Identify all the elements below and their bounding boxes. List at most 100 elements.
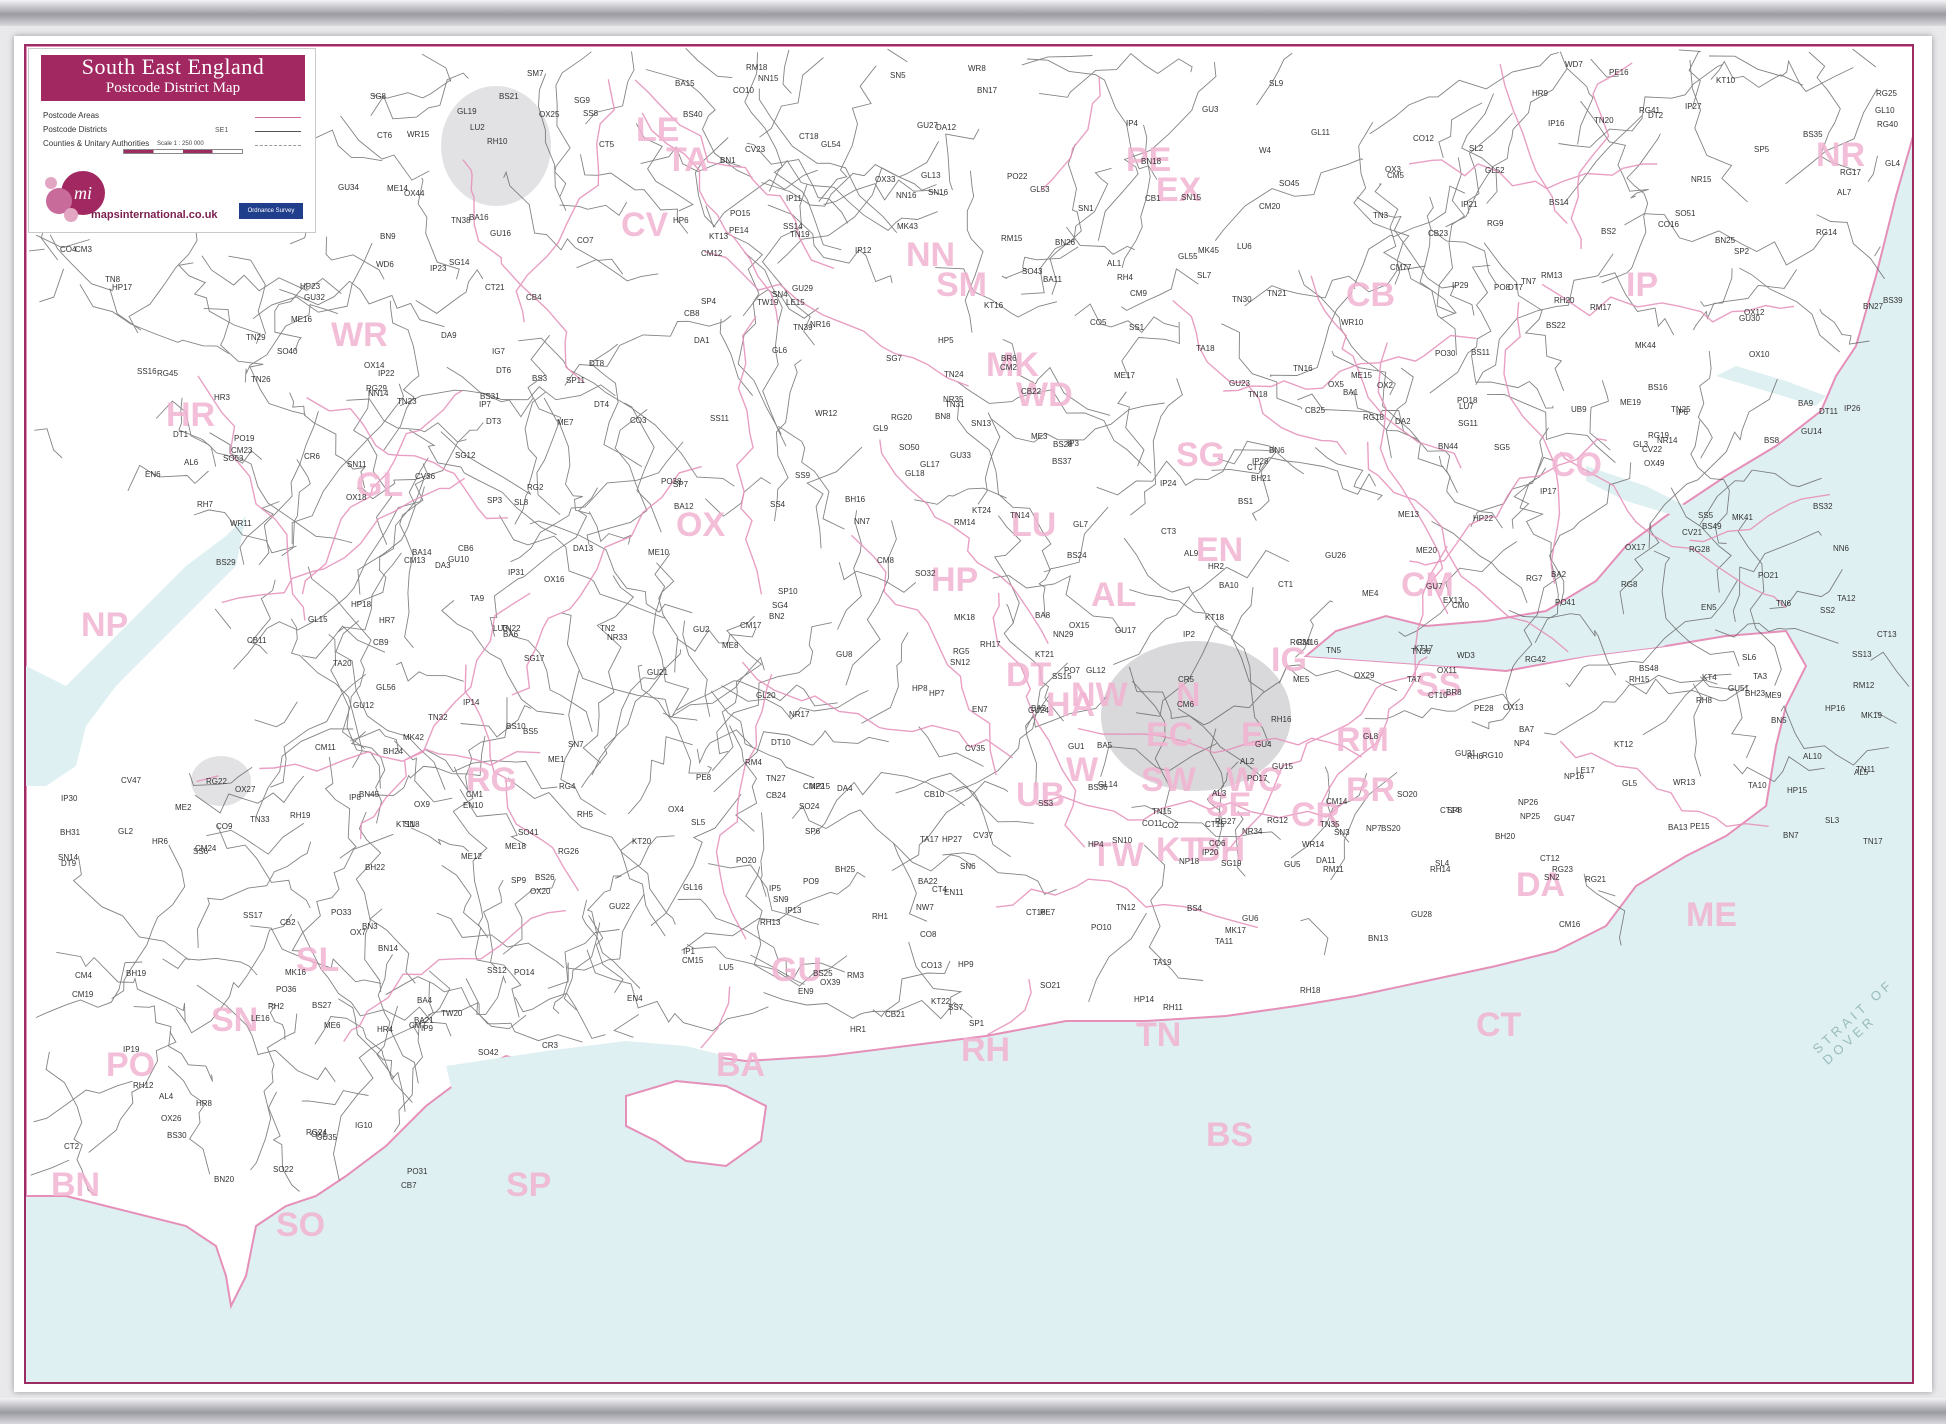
district-label: W4: [1259, 146, 1272, 155]
district-label: IP24: [1160, 479, 1177, 488]
district-label: RG14: [1816, 228, 1837, 237]
district-label: DT6: [496, 366, 512, 375]
district-label: TW20: [441, 1009, 463, 1018]
district-label: PO33: [331, 908, 352, 917]
district-label: CV23: [745, 145, 766, 154]
district-label: BN5: [1771, 716, 1787, 725]
district-label: SG4: [772, 601, 789, 610]
district-label: RG45: [157, 369, 178, 378]
district-label: BA4: [417, 996, 433, 1005]
district-label: GL13: [921, 171, 941, 180]
district-label: TN19: [790, 230, 810, 239]
district-label: SN11: [347, 460, 367, 469]
district-label: KT10: [1716, 76, 1736, 85]
district-label: TN16: [1293, 364, 1313, 373]
district-label: RH19: [290, 811, 311, 820]
district-label: CV36: [415, 472, 436, 481]
district-label: NR34: [1242, 827, 1263, 836]
district-label: KT17: [1414, 644, 1434, 653]
district-label: BA16: [469, 213, 489, 222]
district-label: CM14: [1326, 797, 1348, 806]
district-label: CB22: [1021, 387, 1042, 396]
district-label: SS13: [1852, 650, 1872, 659]
district-label: CM22: [803, 782, 825, 791]
district-label: IP1: [683, 947, 696, 956]
area-label: AL: [1091, 576, 1136, 614]
district-label: GU1: [1068, 742, 1085, 751]
district-label: IP27: [1685, 102, 1702, 111]
district-label: MK18: [954, 613, 975, 622]
district-label: GL12: [1086, 666, 1106, 675]
district-label: SO24: [799, 802, 820, 811]
district-label: SG19: [1221, 859, 1242, 868]
district-label: BA13: [1668, 823, 1688, 832]
district-label: KT13: [709, 232, 729, 241]
district-label: GU7: [1426, 582, 1443, 591]
district-label: IP26: [1844, 404, 1861, 413]
district-label: TN8: [105, 275, 121, 284]
district-label: HP6: [673, 216, 689, 225]
district-label: CO3: [630, 416, 647, 425]
district-label: RG8: [1621, 580, 1638, 589]
area-label: OX: [676, 506, 725, 544]
district-label: HP14: [1134, 995, 1155, 1004]
district-label: RH7: [197, 500, 214, 509]
district-label: TN29: [246, 333, 266, 342]
district-label: TA9: [470, 594, 485, 603]
district-label: BR6: [1001, 354, 1017, 363]
district-label: MK16: [285, 968, 306, 977]
district-label: BS2: [1601, 227, 1617, 236]
district-label: CO6: [1209, 839, 1226, 848]
district-label: SP4: [701, 297, 717, 306]
district-label: RM12: [1853, 681, 1875, 690]
district-label: HR2: [1208, 562, 1225, 571]
district-label: TW19: [757, 298, 779, 307]
district-label: DA9: [441, 331, 457, 340]
district-label: CO5: [1090, 318, 1107, 327]
district-label: BS27: [312, 1001, 332, 1010]
district-label: ME4: [1362, 589, 1379, 598]
district-label: GL9: [873, 424, 889, 433]
district-label: BA2: [1551, 570, 1567, 579]
district-label: NP16: [1564, 772, 1585, 781]
district-label: TA20: [333, 659, 352, 668]
district-label: LE15: [786, 298, 805, 307]
area-label: CO: [1551, 446, 1602, 484]
district-label: SP8: [1447, 806, 1463, 815]
district-label: BN20: [214, 1175, 235, 1184]
district-label: CO16: [1658, 220, 1679, 229]
district-label: BA12: [674, 502, 694, 511]
district-label: KT4: [1702, 673, 1717, 682]
district-label: SO20: [1397, 790, 1418, 799]
district-label: BH25: [835, 865, 856, 874]
area-label: CT: [1476, 1006, 1522, 1044]
district-label: TN32: [428, 713, 448, 722]
district-label: EN10: [463, 801, 484, 810]
district-label: PO20: [736, 856, 757, 865]
district-label: CT2: [64, 1142, 80, 1151]
district-label: IP2: [1183, 630, 1196, 639]
district-label: SN5: [890, 71, 906, 80]
district-label: SN12: [950, 658, 971, 667]
district-label: TN15: [1152, 807, 1172, 816]
district-label: HP8: [912, 684, 928, 693]
district-label: PO30: [1435, 349, 1456, 358]
district-label: BS28: [1053, 440, 1073, 449]
district-label: GL17: [920, 460, 940, 469]
district-label: CB10: [924, 790, 945, 799]
district-label: IP7: [479, 400, 492, 409]
district-label: SL4: [1435, 859, 1450, 868]
district-label: CM77: [1390, 263, 1412, 272]
district-label: TN33: [250, 815, 270, 824]
district-label: RM13: [1541, 271, 1563, 280]
district-label: RH17: [980, 640, 1001, 649]
district-label: GU5: [1284, 860, 1301, 869]
district-label: RH18: [1300, 986, 1321, 995]
district-label: RG12: [1267, 816, 1288, 825]
district-label: WD3: [1457, 651, 1475, 660]
district-label: SP9: [511, 876, 527, 885]
district-label: SO22: [273, 1165, 294, 1174]
district-label: HP9: [958, 960, 974, 969]
district-label: NN29: [1053, 630, 1074, 639]
district-label: SL5: [691, 818, 706, 827]
